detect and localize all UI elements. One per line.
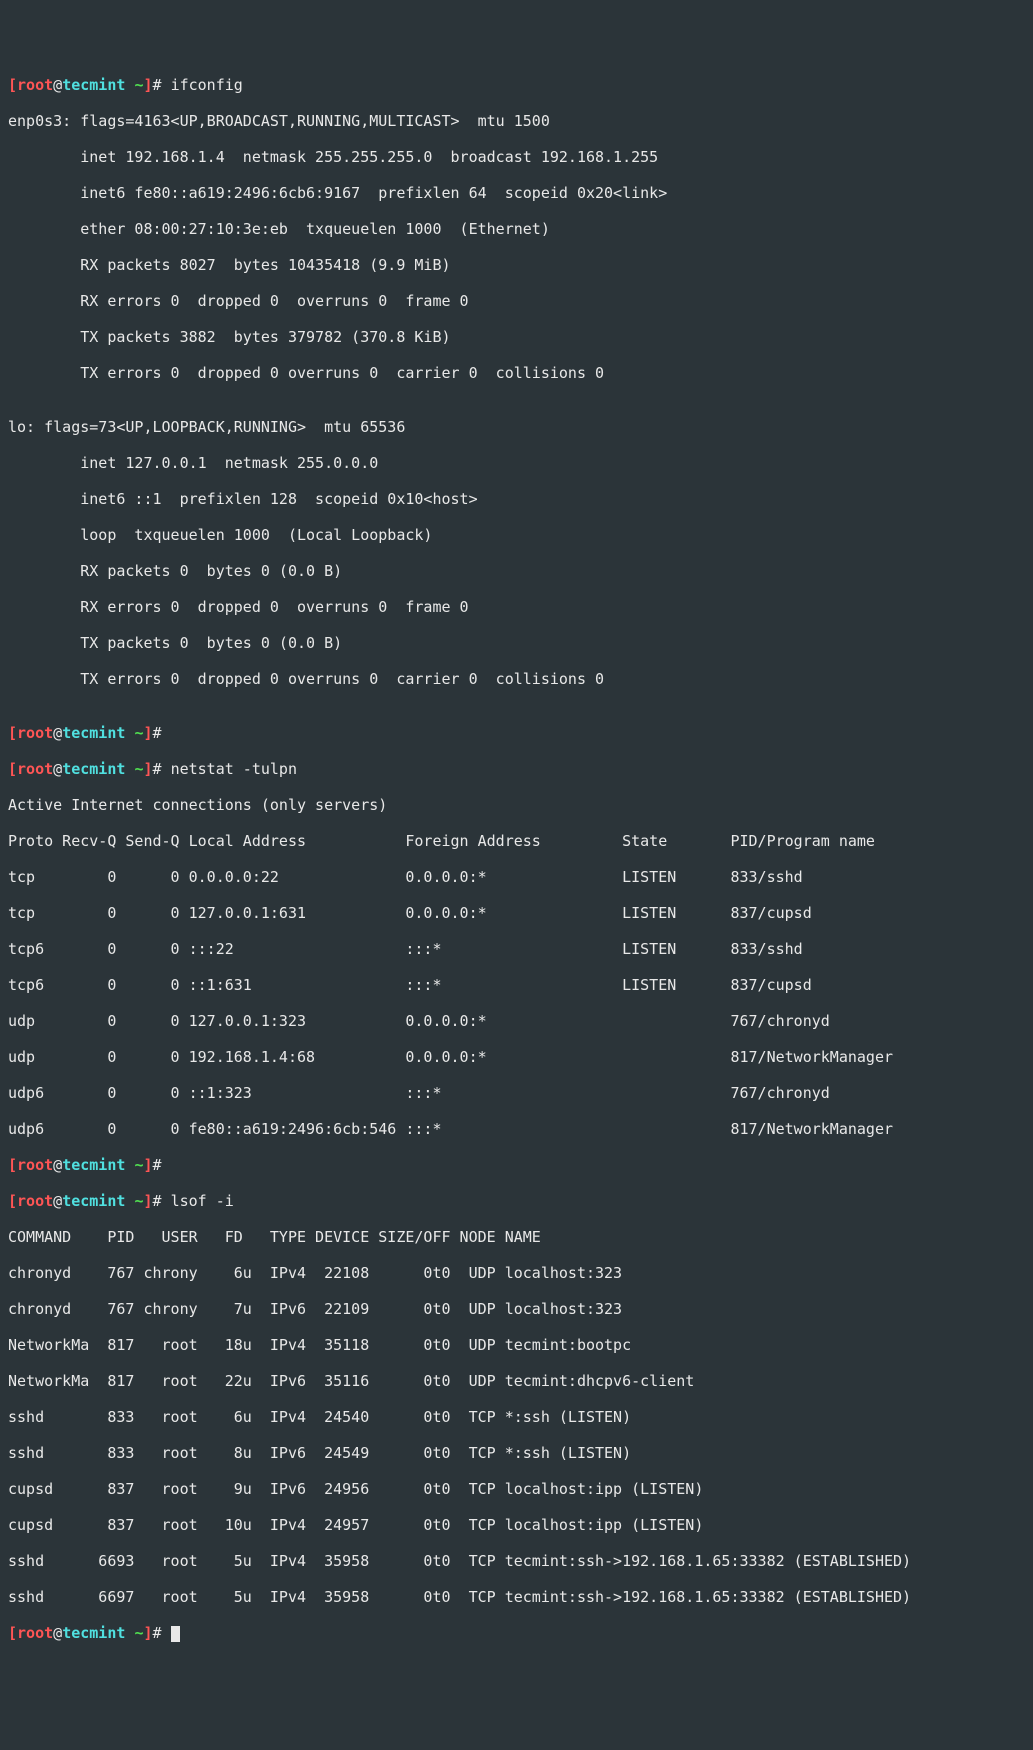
lsof-columns: COMMAND PID USER FD TYPE DEVICE SIZE/OFF…: [8, 1228, 1025, 1246]
lsof-row: NetworkMa 817 root 18u IPv4 35118 0t0 UD…: [8, 1336, 1025, 1354]
netstat-row: tcp 0 0 0.0.0.0:22 0.0.0.0:* LISTEN 833/…: [8, 868, 1025, 886]
prompt-line-active[interactable]: [root@tecmint ~]#: [8, 1624, 1025, 1642]
prompt-line: [root@tecmint ~]# lsof -i: [8, 1192, 1025, 1210]
lsof-row: chronyd 767 chrony 6u IPv4 22108 0t0 UDP…: [8, 1264, 1025, 1282]
command-netstat: netstat -tulpn: [171, 760, 297, 778]
command-ifconfig: ifconfig: [171, 76, 243, 94]
lsof-row: sshd 6693 root 5u IPv4 35958 0t0 TCP tec…: [8, 1552, 1025, 1570]
ifconfig-output-line: ether 08:00:27:10:3e:eb txqueuelen 1000 …: [8, 220, 1025, 238]
ifconfig-output-line: loop txqueuelen 1000 (Local Loopback): [8, 526, 1025, 544]
netstat-row: tcp 0 0 127.0.0.1:631 0.0.0.0:* LISTEN 8…: [8, 904, 1025, 922]
lsof-row: sshd 833 root 6u IPv4 24540 0t0 TCP *:ss…: [8, 1408, 1025, 1426]
prompt-line: [root@tecmint ~]#: [8, 724, 1025, 742]
netstat-row: tcp6 0 0 ::1:631 :::* LISTEN 837/cupsd: [8, 976, 1025, 994]
ifconfig-output-line: TX packets 3882 bytes 379782 (370.8 KiB): [8, 328, 1025, 346]
ifconfig-output-line: enp0s3: flags=4163<UP,BROADCAST,RUNNING,…: [8, 112, 1025, 130]
netstat-row: udp 0 0 192.168.1.4:68 0.0.0.0:* 817/Net…: [8, 1048, 1025, 1066]
netstat-row: tcp6 0 0 :::22 :::* LISTEN 833/sshd: [8, 940, 1025, 958]
command-lsof: lsof -i: [171, 1192, 234, 1210]
netstat-row: udp 0 0 127.0.0.1:323 0.0.0.0:* 767/chro…: [8, 1012, 1025, 1030]
netstat-header: Active Internet connections (only server…: [8, 796, 1025, 814]
cursor-icon: [171, 1626, 180, 1642]
prompt-line: [root@tecmint ~]# ifconfig: [8, 76, 1025, 94]
lsof-row: sshd 833 root 8u IPv6 24549 0t0 TCP *:ss…: [8, 1444, 1025, 1462]
ifconfig-output-line: RX errors 0 dropped 0 overruns 0 frame 0: [8, 598, 1025, 616]
lsof-row: NetworkMa 817 root 22u IPv6 35116 0t0 UD…: [8, 1372, 1025, 1390]
ifconfig-output-line: RX packets 8027 bytes 10435418 (9.9 MiB): [8, 256, 1025, 274]
ifconfig-output-line: inet6 fe80::a619:2496:6cb6:9167 prefixle…: [8, 184, 1025, 202]
ifconfig-output-line: inet 127.0.0.1 netmask 255.0.0.0: [8, 454, 1025, 472]
lsof-row: sshd 6697 root 5u IPv4 35958 0t0 TCP tec…: [8, 1588, 1025, 1606]
terminal-output[interactable]: [root@tecmint ~]# ifconfig enp0s3: flags…: [8, 76, 1025, 1660]
netstat-columns: Proto Recv-Q Send-Q Local Address Foreig…: [8, 832, 1025, 850]
ifconfig-output-line: lo: flags=73<UP,LOOPBACK,RUNNING> mtu 65…: [8, 418, 1025, 436]
lsof-row: cupsd 837 root 9u IPv6 24956 0t0 TCP loc…: [8, 1480, 1025, 1498]
netstat-row: udp6 0 0 fe80::a619:2496:6cb:546 :::* 81…: [8, 1120, 1025, 1138]
lsof-row: cupsd 837 root 10u IPv4 24957 0t0 TCP lo…: [8, 1516, 1025, 1534]
ifconfig-output-line: TX packets 0 bytes 0 (0.0 B): [8, 634, 1025, 652]
netstat-row: udp6 0 0 ::1:323 :::* 767/chronyd: [8, 1084, 1025, 1102]
ifconfig-output-line: TX errors 0 dropped 0 overruns 0 carrier…: [8, 364, 1025, 382]
ifconfig-output-line: inet 192.168.1.4 netmask 255.255.255.0 b…: [8, 148, 1025, 166]
lsof-row: chronyd 767 chrony 7u IPv6 22109 0t0 UDP…: [8, 1300, 1025, 1318]
ifconfig-output-line: inet6 ::1 prefixlen 128 scopeid 0x10<hos…: [8, 490, 1025, 508]
prompt-line: [root@tecmint ~]# netstat -tulpn: [8, 760, 1025, 778]
ifconfig-output-line: TX errors 0 dropped 0 overruns 0 carrier…: [8, 670, 1025, 688]
ifconfig-output-line: RX errors 0 dropped 0 overruns 0 frame 0: [8, 292, 1025, 310]
prompt-line: [root@tecmint ~]#: [8, 1156, 1025, 1174]
ifconfig-output-line: RX packets 0 bytes 0 (0.0 B): [8, 562, 1025, 580]
